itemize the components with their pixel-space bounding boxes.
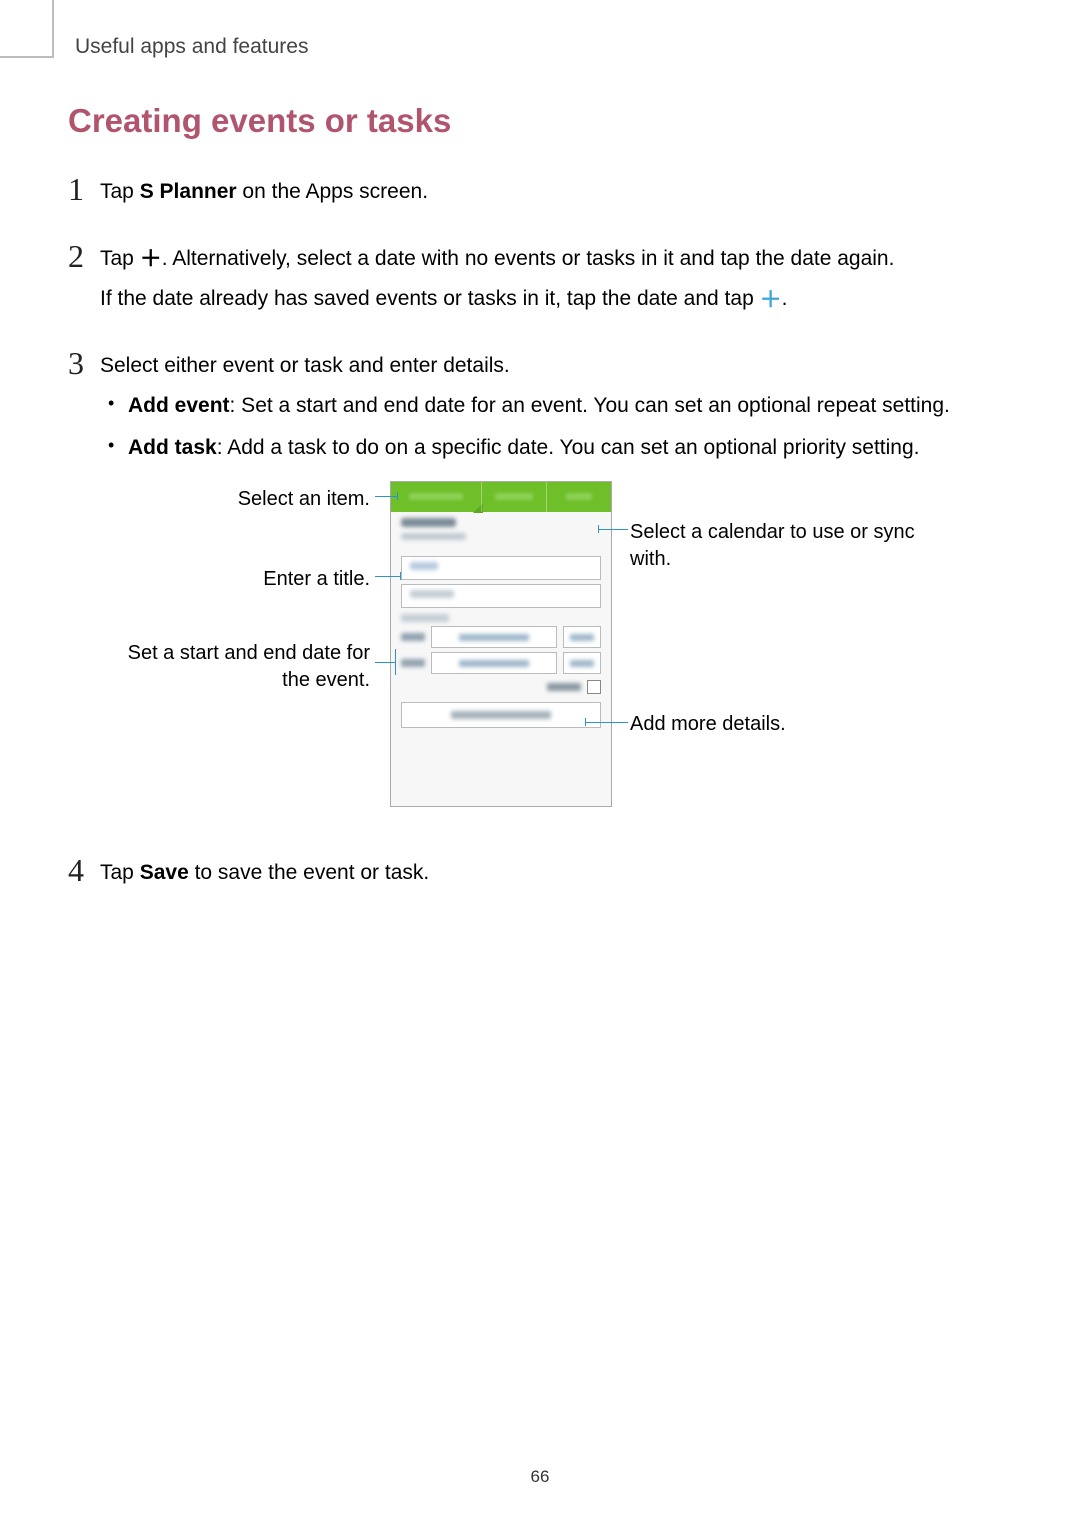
- leader-line: [375, 576, 400, 577]
- start-time[interactable]: [563, 626, 601, 648]
- step-body: Tap ＋. Alternatively, select a date with…: [100, 239, 1012, 324]
- calendar-account-row[interactable]: [391, 512, 611, 552]
- all-day-checkbox[interactable]: [587, 680, 601, 694]
- leader-line: [598, 529, 628, 530]
- text: : Add a task to do on a specific date. Y…: [217, 436, 920, 459]
- page-content: Creating events or tasks 1 Tap S Planner…: [68, 102, 1012, 920]
- view-more-options-button[interactable]: [401, 702, 601, 728]
- start-label: [401, 633, 425, 641]
- all-day-label: [547, 683, 581, 691]
- end-row: [401, 652, 601, 674]
- running-header: Useful apps and features: [75, 35, 308, 59]
- leader-line: [375, 662, 395, 663]
- text: .: [782, 287, 788, 310]
- callout-select-calendar: Select a calendar to use or sync with.: [630, 519, 960, 573]
- leader-tick: [585, 718, 586, 726]
- step-body: Tap S Planner on the Apps screen.: [100, 172, 1012, 217]
- all-day-row: [401, 680, 601, 694]
- callout-add-more: Add more details.: [630, 711, 930, 738]
- text: . Alternatively, select a date with no e…: [162, 247, 895, 270]
- plus-icon: ＋: [140, 248, 162, 270]
- plus-icon: ＋: [760, 289, 782, 311]
- tab-add-task[interactable]: [481, 482, 546, 512]
- end-time[interactable]: [563, 652, 601, 674]
- text: on the Apps screen.: [237, 180, 428, 203]
- crop-mark-vertical: [52, 0, 54, 58]
- text: If the date already has saved events or …: [100, 287, 760, 310]
- button-name: Save: [140, 861, 189, 884]
- leader-tick: [598, 525, 599, 533]
- text: Tap: [100, 861, 140, 884]
- text: Tap: [100, 180, 140, 203]
- leader-line: [375, 496, 397, 497]
- text: Tap: [100, 247, 140, 270]
- callout-enter-title: Enter a title.: [100, 566, 370, 593]
- callout-set-dates: Set a start and end date for the event.: [100, 640, 370, 694]
- leader-tick: [395, 649, 396, 675]
- start-date[interactable]: [431, 626, 557, 648]
- text: to save the event or task.: [189, 861, 429, 884]
- step-body: Tap Save to save the event or task.: [100, 853, 1012, 898]
- step-number: 2: [68, 239, 100, 274]
- tab-add-event[interactable]: [391, 482, 481, 512]
- label: Add task: [128, 436, 217, 459]
- step-3: 3 Select either event or task and enter …: [68, 346, 1012, 832]
- step-number: 3: [68, 346, 100, 381]
- bullet-add-task: Add task: Add a task to do on a specific…: [100, 432, 1012, 464]
- section-title: Creating events or tasks: [68, 102, 1012, 140]
- phone-mock: [390, 481, 612, 807]
- step-2: 2 Tap ＋. Alternatively, select a date wi…: [68, 239, 1012, 324]
- step-number: 1: [68, 172, 100, 207]
- sub-bullets: Add event: Set a start and end date for …: [100, 390, 1012, 463]
- page-number: 66: [0, 1467, 1080, 1487]
- tab-bar: [391, 482, 611, 512]
- step-4: 4 Tap Save to save the event or task.: [68, 853, 1012, 898]
- bullet-add-event: Add event: Set a start and end date for …: [100, 390, 1012, 422]
- label: Add event: [128, 394, 230, 417]
- tab-cancel[interactable]: [546, 482, 611, 512]
- leader-tick: [400, 572, 401, 580]
- app-name: S Planner: [140, 180, 237, 203]
- step-body: Select either event or task and enter de…: [100, 346, 1012, 832]
- end-label: [401, 659, 425, 667]
- step-1: 1 Tap S Planner on the Apps screen.: [68, 172, 1012, 217]
- location-field[interactable]: [401, 584, 601, 608]
- callout-select-item: Select an item.: [100, 486, 370, 513]
- crop-mark-horizontal: [0, 56, 52, 58]
- leader-tick: [397, 492, 398, 500]
- end-date[interactable]: [431, 652, 557, 674]
- title-field[interactable]: [401, 556, 601, 580]
- text: : Set a start and end date for an event.…: [230, 394, 950, 417]
- section-label: [401, 614, 449, 622]
- step-number: 4: [68, 853, 100, 888]
- figure-splanner-screenshot: Select an item. Enter a title. Set a sta…: [100, 481, 1012, 831]
- leader-line: [585, 722, 628, 723]
- text: Select either event or task and enter de…: [100, 350, 1012, 383]
- start-row: [401, 626, 601, 648]
